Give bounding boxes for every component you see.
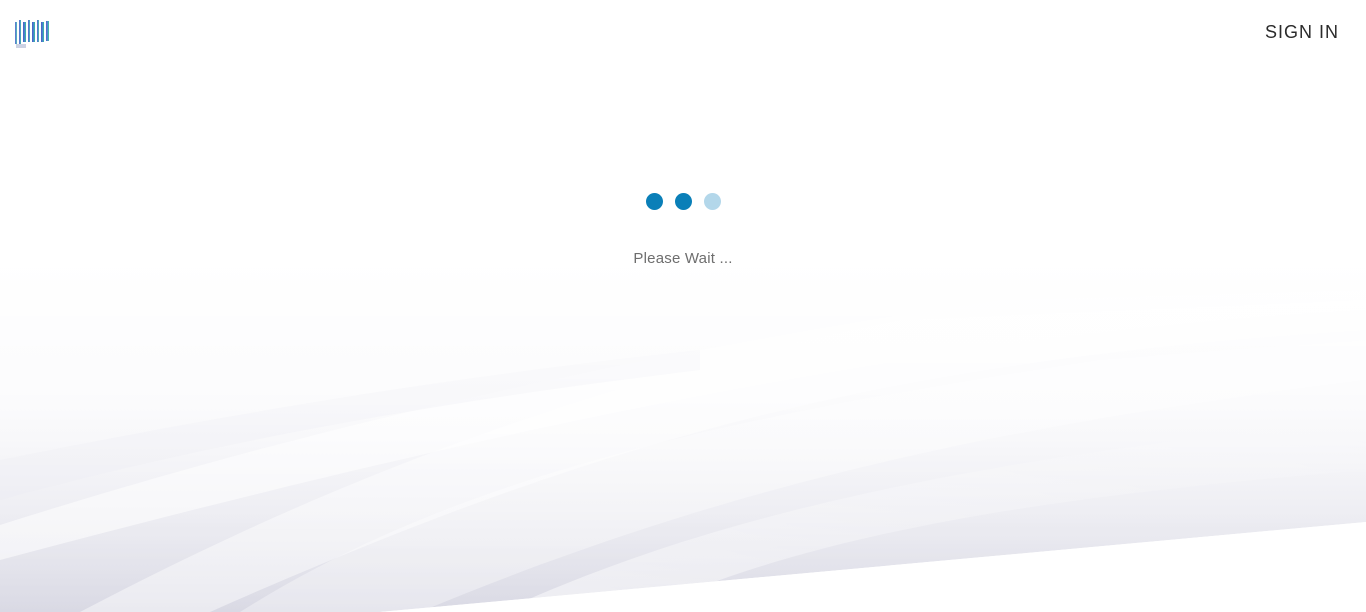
loading-page: SIGN IN Please Wait ...: [0, 0, 1366, 612]
background-wave-art: [0, 0, 1366, 612]
loading-dots: [0, 192, 1366, 212]
loading-dot-3: [703, 193, 721, 210]
brand-logo-icon[interactable]: [14, 18, 52, 50]
please-wait-text: Please Wait ...: [633, 250, 733, 267]
loading-dot-1: [645, 193, 663, 210]
loading-dot-2: [674, 193, 692, 210]
top-header: SIGN IN: [0, 0, 1366, 64]
sign-in-link[interactable]: SIGN IN: [1265, 20, 1339, 44]
